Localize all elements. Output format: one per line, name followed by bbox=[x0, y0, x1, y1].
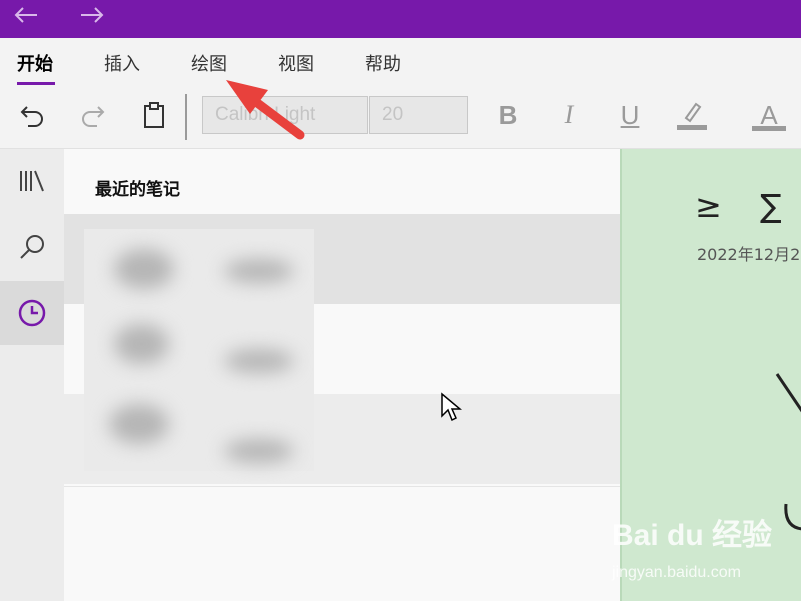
highlighter-icon[interactable] bbox=[675, 98, 709, 132]
tab-draw[interactable]: 绘图 bbox=[191, 50, 227, 76]
recent-notes-list: 最近的笔记 bbox=[64, 149, 620, 601]
underline-button[interactable]: U bbox=[613, 98, 647, 132]
toolbar: Calibri Light 20 B I U A bbox=[0, 86, 801, 149]
title-bar bbox=[0, 0, 801, 38]
search-icon[interactable] bbox=[0, 215, 64, 279]
font-color-button[interactable]: A bbox=[752, 98, 786, 132]
tab-view[interactable]: 视图 bbox=[278, 50, 314, 76]
back-arrow-icon[interactable] bbox=[6, 0, 46, 30]
forward-arrow-icon[interactable] bbox=[72, 0, 112, 30]
math-symbol-geq: ≥ bbox=[695, 187, 722, 225]
toolbar-divider bbox=[185, 94, 187, 140]
font-name-field[interactable]: Calibri Light bbox=[202, 96, 368, 134]
tab-help[interactable]: 帮助 bbox=[365, 50, 401, 76]
clipboard-icon[interactable] bbox=[137, 98, 171, 132]
mouse-cursor-icon bbox=[441, 392, 462, 422]
ink-stroke bbox=[775, 373, 801, 531]
italic-button[interactable]: I bbox=[552, 98, 586, 132]
tab-home[interactable]: 开始 bbox=[17, 50, 53, 76]
recent-clock-icon[interactable] bbox=[0, 281, 64, 345]
list-header: 最近的笔记 bbox=[95, 180, 180, 200]
ribbon-tabs: 开始 插入 绘图 视图 帮助 bbox=[0, 38, 801, 86]
watermark-url: jingyan.baidu.com bbox=[612, 564, 741, 581]
font-color-swatch bbox=[752, 126, 786, 131]
bold-button[interactable]: B bbox=[491, 98, 525, 132]
redo-icon[interactable] bbox=[76, 98, 110, 132]
watermark-logo: Bai du 经验 bbox=[612, 519, 773, 552]
font-size-field[interactable]: 20 bbox=[369, 96, 468, 134]
left-nav-rail bbox=[0, 149, 64, 601]
math-symbol-sum: ∑ bbox=[760, 187, 782, 225]
blurred-content bbox=[84, 229, 314, 471]
tab-insert[interactable]: 插入 bbox=[104, 50, 140, 76]
active-tab-indicator bbox=[17, 82, 55, 85]
undo-icon[interactable] bbox=[15, 98, 49, 132]
notebooks-icon[interactable] bbox=[0, 149, 64, 213]
page-date: 2022年12月2 bbox=[697, 245, 801, 264]
list-divider bbox=[64, 486, 620, 487]
